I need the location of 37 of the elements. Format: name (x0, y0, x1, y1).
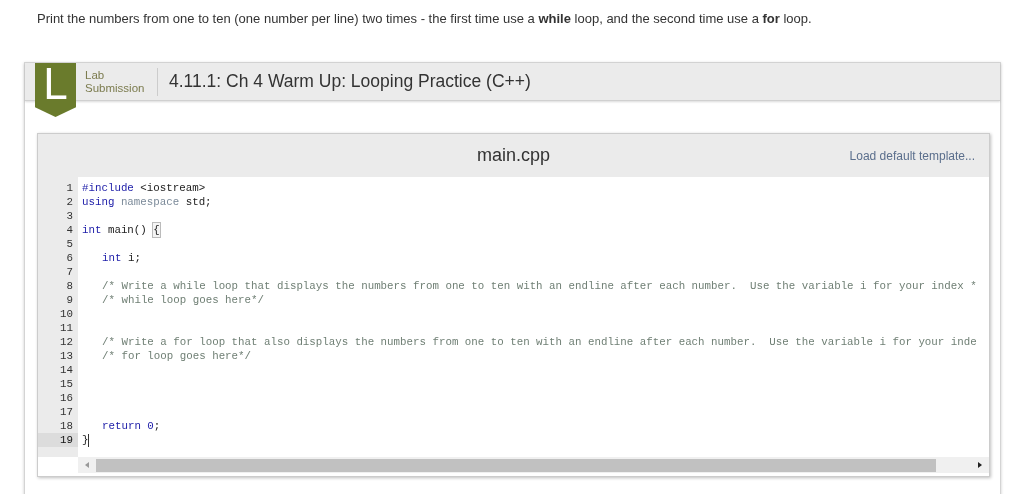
code-line: /* Write a while loop that displays the numbers from one to ten with an endline after each number. Use the variable i for your index * (101, 279, 977, 293)
line-number: 7 (65, 265, 74, 279)
lab-badge: L (35, 63, 76, 117)
line-number: 9 (65, 293, 74, 307)
line-number: 8 (65, 279, 74, 293)
instructions-text: Print the numbers from one to ten (one number per line) two times - the first time use a while loop, and the second time use a for loop. (37, 10, 812, 28)
lab-kind-label: Lab Submission (85, 68, 146, 95)
line-number: 14 (59, 363, 74, 377)
line-number: 2 (65, 195, 74, 209)
code-line: using namespace std; (82, 195, 212, 209)
horizontal-scrollbar[interactable] (78, 457, 989, 473)
code-line: /* for loop goes here*/ (101, 349, 252, 363)
line-number: 15 (59, 377, 74, 391)
line-number: 10 (59, 307, 74, 321)
code-line: /* while loop goes here*/ (101, 293, 264, 307)
line-number: 16 (59, 391, 74, 405)
line-number: 18 (59, 419, 74, 433)
code-line: int i; (101, 251, 141, 265)
line-number: 11 (59, 321, 74, 335)
line-number: 6 (65, 251, 74, 265)
line-number: 5 (65, 237, 74, 251)
scrollbar-thumb[interactable] (96, 458, 936, 472)
code-line: return 0; (101, 419, 161, 433)
line-number: 12 (59, 335, 74, 349)
line-number: 13 (59, 349, 74, 363)
line-number: 4 (65, 223, 74, 237)
code-line: #include <iostream> (82, 181, 206, 195)
code-line: int main() { (82, 223, 160, 237)
line-number: 3 (65, 209, 74, 223)
line-number: 19 (38, 433, 78, 447)
lab-title: 4.11.1: Ch 4 Warm Up: Looping Practice (C++) (169, 70, 531, 94)
code-line: /* Write a for loop that also displays the numbers from one to ten with an endline after each number. Use the variable i for your inde (101, 335, 977, 349)
code-line: } (82, 433, 90, 447)
line-number: 17 (59, 405, 74, 419)
file-name: main.cpp (476, 144, 550, 167)
line-number: 1 (65, 181, 74, 195)
load-template-link[interactable]: Load default template... (849, 146, 975, 165)
